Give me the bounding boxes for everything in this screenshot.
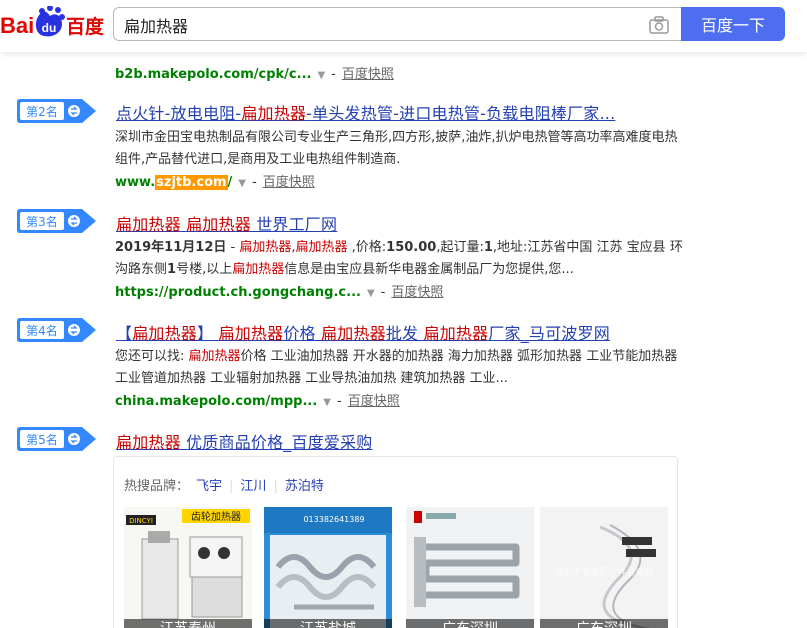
svg-text:齿轮加热器: 齿轮加热器 [191,510,241,523]
badge-icon [68,105,80,117]
url-text[interactable]: b2b.makepolo.com/cpk/c... [115,67,311,82]
result-snippet: 深圳市金田宝电热制品有限公司专业生产三角形,四方形,披萨,油炸,扒炉电热管等高功… [115,130,678,167]
result-snippet: 您还可以找: 扁加热器价格 工业油加热器 开水器的加热器 海力加热器 弧形加热器… [115,349,678,386]
thumb-caption: 广东深圳 [540,619,668,628]
result-title-link[interactable]: 扁加热器 优质商品价格_百度爱采购 [116,429,373,453]
svg-text:013382641389: 013382641389 [303,515,364,524]
result-title-link[interactable]: 【扁加热器】 扁加热器价格 扁加热器批发 扁加热器厂家_马可波罗网 [116,320,610,344]
dropdown-arrow-icon[interactable]: ▼ [238,178,246,189]
thumb-caption: 广东深圳 [406,619,534,628]
thumb-caption: 江苏盐城 [264,619,392,628]
search-button[interactable]: 百度一下 [681,7,785,41]
camera-icon[interactable] [649,16,669,34]
kuaizhao-link[interactable]: 百度快照 [342,67,394,82]
svg-text:Bai: Bai [0,13,34,38]
search-header: Bai du 百度 百度一下 [0,0,807,52]
watermark: 深圳市宝安区沙井县电器 [554,566,653,578]
dropdown-arrow-icon[interactable]: ▼ [367,288,375,299]
aicaigou-card: 热搜品牌：飞宇|江川|苏泊特 DINCYI 齿轮加热器 江苏泰州 [113,456,678,628]
badge-icon [68,433,80,445]
product-thumb[interactable]: 013382641389 江苏盐城 [264,507,392,628]
product-thumbnails: DINCYI 齿轮加热器 江苏泰州 013382641389 [124,507,669,628]
kuaizhao-link[interactable]: 百度快照 [348,394,400,409]
product-image: 013382641389 [264,507,392,628]
result-url[interactable]: https://product.ch.gongchang.c... ▼ - 百度快照 [115,281,443,300]
result-title-link[interactable]: 扁加热器 扁加热器 世界工厂网 [116,211,337,235]
product-image [414,511,520,607]
product-thumb[interactable]: DINCYI 齿轮加热器 江苏泰州 [124,507,252,628]
url-highlight: szjtb.com [155,175,228,190]
result-url[interactable]: china.makepolo.com/mpp... ▼ - 百度快照 [115,390,400,409]
product-thumb[interactable]: 深圳市宝安区沙井县电器 广东深圳 [540,507,668,628]
search-input[interactable] [124,14,624,36]
badge-icon [68,324,80,336]
result-title-link[interactable]: 点火针-放电电阻-扁加热器-单头发热管-进口电热管-负载电阻棒厂家... [116,100,615,124]
product-image: DINCYI 齿轮加热器 [126,509,250,620]
rank-badge: 第5名 [17,427,96,451]
kuaizhao-link[interactable]: 百度快照 [391,285,443,300]
dropdown-arrow-icon[interactable]: ▼ [317,70,325,81]
baidu-logo[interactable]: Bai du 百度 [0,6,108,42]
svg-text:du: du [42,21,57,35]
result-url[interactable]: b2b.makepolo.com/cpk/c... ▼ - 百度快照 [115,63,394,82]
product-thumb[interactable]: 广东深圳 [406,507,534,628]
result-url[interactable]: www.szjtb.com/▼ - 百度快照 [115,171,315,190]
brand-link[interactable]: 苏泊特 [285,479,324,494]
rank-badge: 第4名 [17,318,96,342]
rank-badge: 第3名 [17,209,96,233]
brand-link[interactable]: 江川 [240,479,266,494]
results-list: ........................................… [0,0,807,628]
rank-label: 第4名 [26,323,58,338]
rank-label: 第2名 [26,104,58,119]
rank-label: 第5名 [26,432,58,447]
hot-brands: 热搜品牌： 飞宇 | 江川 | 苏泊特 [124,479,324,494]
svg-text:百度: 百度 [66,15,105,38]
hot-brands-label: 热搜品牌： [124,479,190,494]
dropdown-arrow-icon[interactable]: ▼ [323,397,331,408]
result-snippet: 2019年11月12日 - 扁加热器,扁加热器 ,价格:150.00,起订量:1… [115,240,683,277]
svg-text:DINCYI: DINCYI [129,517,153,525]
product-image: 深圳市宝安区沙井县电器 [554,524,656,628]
badge-icon [68,215,80,227]
thumb-caption: 江苏泰州 [124,619,252,628]
brand-link[interactable]: 飞宇 [196,479,222,494]
search-box [113,7,681,41]
kuaizhao-link[interactable]: 百度快照 [263,175,315,190]
rank-badge: 第2名 [17,99,96,123]
rank-label: 第3名 [26,214,58,229]
